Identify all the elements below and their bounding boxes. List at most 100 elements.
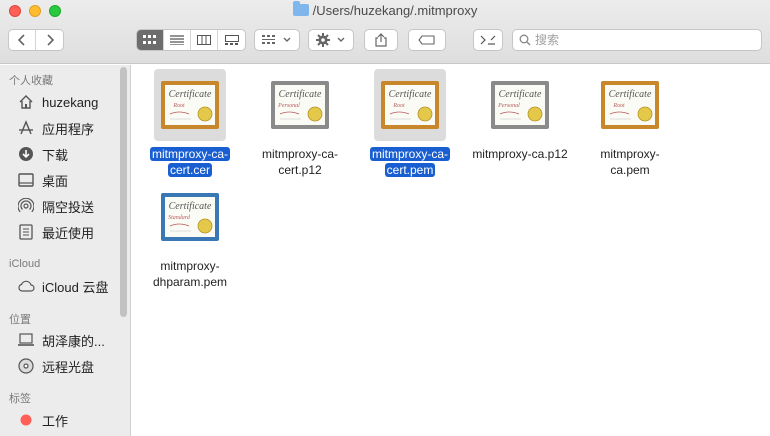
share-icon (375, 33, 387, 47)
file-item[interactable]: Certificate Personal mitmproxy-ca-cert.p12 (245, 69, 355, 178)
disc-icon (16, 358, 36, 374)
svg-text:Certificate: Certificate (279, 89, 322, 100)
sidebar: 个人收藏 huzekang 应用程序 下载 桌面 隔空投送 最近使用 iClou… (0, 65, 131, 436)
file-name-line1: mitmproxy-ca- (369, 147, 450, 161)
back-button[interactable] (9, 30, 36, 50)
svg-text:Root: Root (392, 103, 405, 109)
file-item[interactable]: Certificate Root mitmproxy-ca-cert.cer (135, 69, 245, 178)
share-button[interactable] (364, 29, 398, 51)
tags-header: 标签 (9, 393, 31, 405)
sidebar-item-label: 桌面 (42, 173, 69, 189)
file-name: mitmproxy-ca-cert.pem (355, 146, 465, 178)
list-icon (170, 35, 184, 45)
svg-text:Root: Root (172, 103, 185, 109)
sidebar-item-icloud-drive[interactable]: iCloud 云盘 (16, 275, 124, 297)
sidebar-item-downloads[interactable]: 下载 (16, 143, 124, 165)
file-item[interactable]: Certificate Standard mitmproxy-dhparam.pem (135, 181, 245, 290)
tags-button[interactable] (408, 29, 446, 51)
sidebar-item-home[interactable]: huzekang (16, 91, 124, 113)
recents-icon (16, 224, 36, 240)
icon-view-button[interactable] (137, 30, 164, 50)
chevron-right-icon (46, 34, 54, 46)
column-view-button[interactable] (191, 30, 218, 50)
navigation-buttons (8, 29, 64, 51)
action-button[interactable] (308, 29, 354, 51)
sidebar-item-desktop[interactable]: 桌面 (16, 169, 124, 191)
desktop-icon (16, 173, 36, 187)
window-path: /Users/huzekang/.mitmproxy (312, 3, 478, 18)
svg-text:Standard: Standard (168, 215, 191, 221)
sidebar-item-label: 应用程序 (42, 121, 95, 137)
sidebar-item-applications[interactable]: 应用程序 (16, 117, 124, 139)
file-name-line2: cert.cer (167, 163, 212, 177)
folder-icon (292, 1, 309, 16)
file-name: mitmproxy-ca.p12 (465, 146, 575, 162)
file-name-line2: dhparam.pem (152, 275, 228, 289)
svg-text:Root: Root (612, 103, 625, 109)
window-title: /Users/huzekang/.mitmproxy (0, 1, 770, 18)
file-grid: Certificate Root mitmproxy-ca-cert.cer Cert… (132, 65, 770, 436)
svg-text:Certificate: Certificate (169, 89, 212, 100)
sidebar-item-label: 工作 (42, 413, 69, 429)
group-by-button[interactable] (254, 29, 300, 51)
file-name-line1: mitmproxy- (160, 259, 220, 273)
sidebar-item-label: 下载 (42, 147, 69, 163)
certificate-file-icon: Certificate Standard (154, 181, 226, 253)
svg-text:Personal: Personal (277, 103, 300, 109)
file-item[interactable]: Certificate Root mitmproxy-ca-cert.pem (355, 69, 465, 178)
gear-icon (316, 33, 330, 47)
grid-icon (143, 35, 156, 44)
airdrop-icon (16, 198, 36, 214)
sidebar-item-mac[interactable]: 胡泽康的... (16, 329, 124, 351)
list-view-button[interactable] (164, 30, 191, 50)
terminal-button[interactable] (473, 29, 503, 51)
icloud-header: iCloud (9, 258, 41, 270)
file-name-line2: cert.pem (384, 163, 436, 177)
home-icon (16, 95, 36, 109)
file-name-line1: mitmproxy- (600, 147, 660, 161)
svg-text:Personal: Personal (497, 103, 520, 109)
forward-button[interactable] (36, 30, 63, 50)
sidebar-item-label: iCloud 云盘 (42, 279, 109, 295)
sidebar-item-label: 胡泽康的... (42, 333, 105, 349)
chevron-down-icon (337, 37, 345, 42)
search-input[interactable] (535, 33, 735, 47)
file-item[interactable]: Certificate Personal mitmproxy-ca.p12 (465, 69, 575, 162)
certificate-file-icon: Certificate Root (154, 69, 226, 141)
file-name: mitmproxy-dhparam.pem (135, 258, 245, 290)
file-name: mitmproxy-ca-cert.p12 (245, 146, 355, 178)
certificate-file-icon: Certificate Personal (264, 69, 336, 141)
sidebar-item-label: huzekang (42, 94, 99, 110)
file-name-line2: ca.pem (610, 163, 650, 177)
red-tag-dot-icon (16, 414, 36, 426)
sidebar-item-label: 隔空投送 (42, 199, 95, 215)
gallery-view-button[interactable] (218, 30, 245, 50)
sidebar-item-remote-disc[interactable]: 远程光盘 (16, 355, 124, 377)
file-name: mitmproxy-ca.pem (575, 146, 685, 178)
file-name-line1: mitmproxy-ca- (261, 147, 338, 161)
applications-icon (16, 120, 36, 136)
favorites-header: 个人收藏 (9, 75, 53, 87)
svg-text:Certificate: Certificate (169, 201, 212, 212)
sidebar-item-tag-work[interactable]: 工作 (16, 409, 124, 431)
sidebar-item-airdrop[interactable]: 隔空投送 (16, 195, 124, 217)
view-mode-control (136, 29, 246, 51)
laptop-icon (16, 333, 36, 347)
file-name-line1: mitmproxy-ca- (149, 147, 230, 161)
columns-icon (197, 35, 211, 45)
svg-text:Certificate: Certificate (499, 89, 542, 100)
group-grid-icon (262, 35, 275, 44)
sidebar-item-label: 远程光盘 (42, 359, 95, 375)
sidebar-item-recents[interactable]: 最近使用 (16, 221, 124, 243)
locations-header: 位置 (9, 314, 31, 326)
svg-text:Certificate: Certificate (609, 89, 652, 100)
file-name-line2: cert.p12 (278, 163, 322, 177)
search-field[interactable] (512, 29, 762, 51)
title-bar: /Users/huzekang/.mitmproxy (0, 0, 770, 64)
chevron-down-icon (283, 37, 291, 42)
file-item[interactable]: Certificate Root mitmproxy-ca.pem (575, 69, 685, 178)
svg-text:Certificate: Certificate (389, 89, 432, 100)
tag-icon (418, 35, 435, 45)
gallery-icon (224, 35, 239, 45)
file-name: mitmproxy-ca-cert.cer (135, 146, 245, 178)
